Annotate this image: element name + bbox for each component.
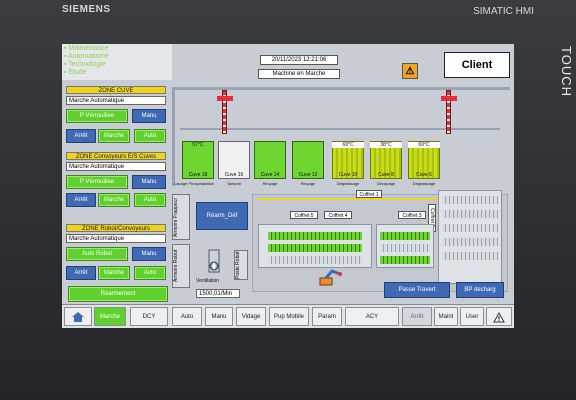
zone-convoyeurs-marche-button[interactable]: Marche: [98, 193, 130, 207]
armoire-robot[interactable]: Armoire Robot: [172, 244, 190, 288]
zone-cuve-marche-button[interactable]: Marche: [98, 129, 130, 143]
tank-cuve-10-label: Cuve 10: [338, 172, 358, 178]
zone-cuve-auto-button[interactable]: Auto: [134, 129, 166, 143]
conveyor-right: [438, 190, 502, 284]
auto-robot-button[interactable]: Auto Robot: [66, 247, 128, 261]
process-label: Rinçage: [262, 181, 278, 186]
tank-cuve-18-temp: 57°C: [192, 142, 204, 148]
client-button[interactable]: Client: [444, 52, 510, 78]
tank-cuve-16-label: Cuve 16: [224, 172, 244, 178]
zone-convoyeurs-auto-button[interactable]: Auto: [134, 193, 166, 207]
zone-cuve-arret-button[interactable]: Arrêt: [66, 129, 96, 143]
conveyor-slats: [442, 210, 498, 218]
armoire-frappeur[interactable]: Armoire Frappeur: [172, 194, 190, 240]
bottom-nav: Marche DCY Auto Manu Vidage Pup Mobile P…: [62, 304, 514, 328]
conveyor-slats: [380, 256, 430, 264]
conveyor-slats: [442, 196, 498, 204]
zone-cuve-verrouillee-button[interactable]: P Vérrouillee: [66, 109, 128, 123]
nav-user[interactable]: User: [460, 307, 484, 326]
zone-convoyeurs-mode: Marche Automatique: [66, 162, 166, 171]
zone-robot-marche-button[interactable]: Marche: [98, 266, 130, 280]
process-label: Lavage Phosphatation: [174, 181, 214, 186]
tank-cuve-6-temp: 69°C: [408, 142, 440, 148]
process-label: Dégraissage: [412, 181, 436, 186]
nav-dcy[interactable]: DCY: [130, 307, 168, 326]
zone-robot-auto-button[interactable]: Auto: [134, 266, 166, 280]
conveyor-slats: [268, 256, 362, 264]
tank-cuve-12-label: Cuve 12: [298, 172, 318, 178]
zone-convoyeurs-manu-button[interactable]: Manu: [132, 175, 166, 189]
machine-status: Machine en Marche: [258, 69, 340, 79]
zone-robot-arret-button[interactable]: Arrêt: [66, 266, 96, 280]
nav-auto[interactable]: Auto: [172, 307, 202, 326]
siemens-logo: SIEMENS: [62, 4, 111, 15]
conveyor-slats: [268, 232, 362, 240]
conveyor-slats: [380, 232, 430, 240]
tank-cuve-18-label: Cuve 18: [188, 172, 208, 178]
tank-cuve-8-temp: 38°C: [370, 142, 402, 148]
nav-pup-mobile[interactable]: Pup Mobile: [269, 307, 309, 326]
coffret-4[interactable]: Coffret 4: [324, 211, 352, 219]
nav-vidage[interactable]: Vidage: [236, 307, 266, 326]
hmi-screen: ▪ Maintenance ▪ Automatisme ▪ Technologi…: [62, 44, 514, 328]
tank-cuve-14-label: Cuve 14: [260, 172, 280, 178]
menu-item-maintenance[interactable]: ▪ Maintenance: [64, 45, 170, 53]
rearm-def-button[interactable]: Réarm_Déf: [196, 202, 248, 230]
poste-robot[interactable]: Poste Robot: [234, 250, 248, 280]
crane-left-hook: [217, 96, 233, 101]
bp-decharge-button[interactable]: BP decharg: [456, 282, 504, 298]
ventilation-value: 1500,01/Min: [196, 289, 240, 298]
process-label: Décapage: [376, 181, 396, 186]
passe-travert-button[interactable]: Passe Travert: [384, 282, 450, 298]
menu-item-technologie[interactable]: ▪ Technologie: [64, 61, 170, 69]
nav-marche[interactable]: Marche: [94, 307, 126, 326]
crane-right-hook: [441, 96, 457, 101]
touch-label: TOUCH: [559, 46, 574, 97]
process-label: Rinçage: [300, 181, 316, 186]
tank-cuve-8-label: Cuve 8: [378, 172, 394, 178]
product-label: SIMATIC HMI: [473, 6, 534, 17]
zone-robot-title: ZONE Robot/Convoyeurs: [66, 224, 166, 232]
coffret-5[interactable]: Coffret 5: [290, 211, 318, 219]
robot-icon: [318, 268, 344, 286]
zone-cuve-mode: Marche Automatique: [66, 96, 166, 105]
menu-item-automatisme[interactable]: ▪ Automatisme: [64, 53, 170, 61]
nav-acy[interactable]: ACY: [345, 307, 399, 326]
zone-convoyeurs-title: ZONE Convoyeurs E/S Cuves: [66, 152, 166, 160]
zone-convoyeurs-verrouillee-button[interactable]: P Vérrouillee: [66, 175, 128, 189]
tank-cuve-6-label: Cuve 6: [416, 172, 432, 178]
nav-maint[interactable]: Maint: [434, 307, 458, 326]
top-menu: ▪ Maintenance ▪ Automatisme ▪ Technologi…: [62, 44, 172, 80]
conveyor-slats: [442, 252, 498, 260]
nav-arret[interactable]: Arrêt: [402, 307, 432, 326]
tank-rail: [180, 128, 500, 130]
coffret-1[interactable]: Coffret 1: [356, 190, 382, 198]
datetime-display: 20/11/2023 12:21:06: [260, 55, 338, 65]
zone-convoyeurs-arret-button[interactable]: Arrêt: [66, 193, 96, 207]
fan-icon: [206, 248, 222, 274]
nav-manu[interactable]: Manu: [205, 307, 233, 326]
conveyor-slats: [442, 224, 498, 232]
conveyor-slats: [268, 244, 362, 252]
warning-triangle-icon[interactable]: ⚠: [402, 63, 418, 79]
tank-cuve-10-temp: 69°C: [332, 142, 364, 148]
coffret-3[interactable]: Coffret 3: [398, 211, 426, 219]
menu-item-etude[interactable]: ▪ Etude: [64, 69, 170, 77]
ventilation-label: Ventilation: [196, 278, 220, 284]
rail-left: [172, 90, 175, 186]
home-icon[interactable]: [64, 307, 92, 326]
conveyor-slats: [380, 244, 430, 252]
process-label: Dégraissage: [336, 181, 360, 186]
nav-param[interactable]: Param: [312, 307, 342, 326]
zone-cuve-manu-button[interactable]: Manu: [132, 109, 166, 123]
zone-robot-manu-button[interactable]: Manu: [132, 247, 166, 261]
alarm-warning-icon[interactable]: [486, 307, 512, 326]
conveyor-slats: [442, 238, 498, 246]
process-label: Tampon: [226, 181, 242, 186]
zone-cuve-title: ZONE CUVE: [66, 86, 166, 94]
zone-robot-mode: Marche Automatique: [66, 234, 166, 243]
rearmement-button[interactable]: Réarmement: [68, 286, 168, 302]
